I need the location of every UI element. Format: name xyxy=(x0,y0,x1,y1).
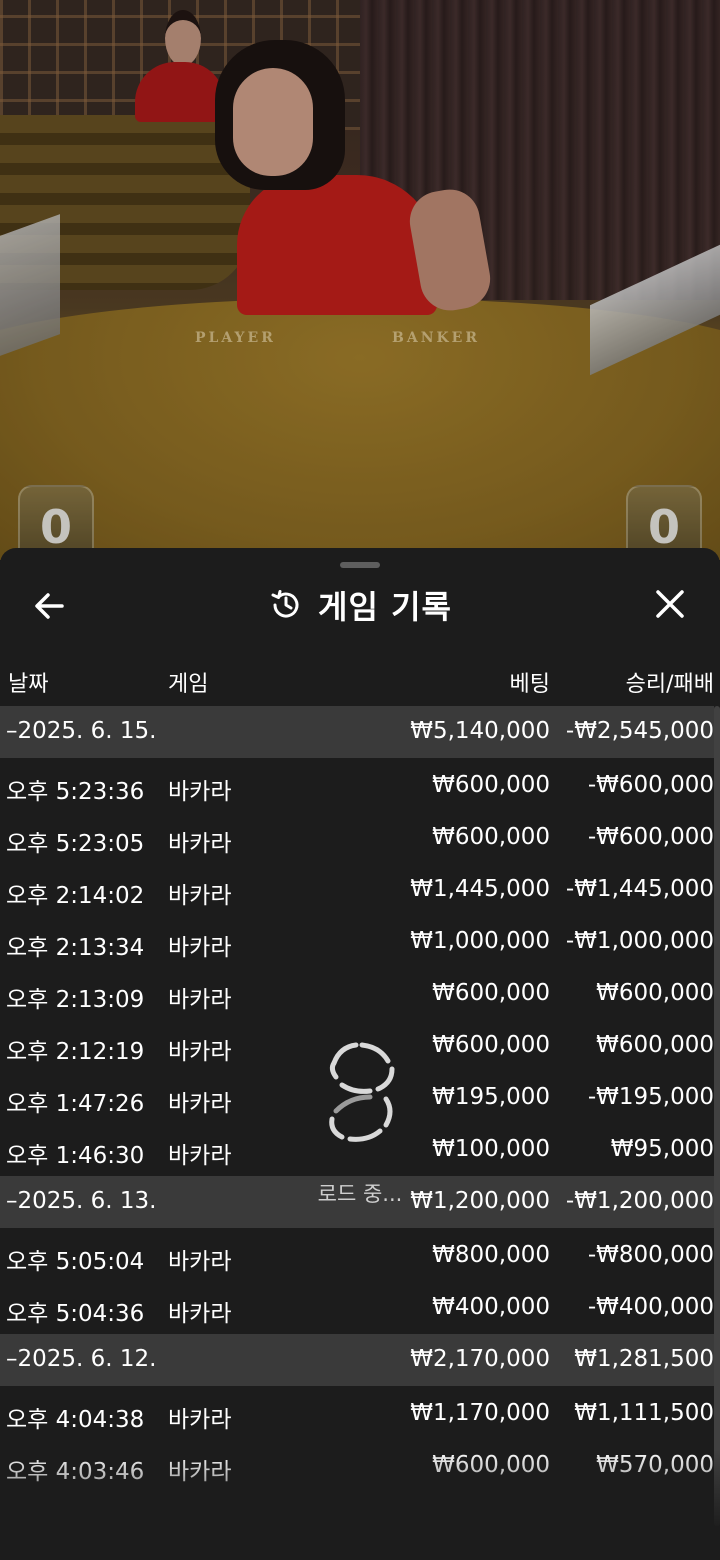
row-time: 오후 5:04:36 xyxy=(6,1301,145,1327)
row-bet: ₩600,000 xyxy=(432,824,550,850)
sheet-drag-handle[interactable] xyxy=(340,562,380,568)
row-time: 오후 4:03:46 xyxy=(6,1459,145,1485)
row-game: 바카라 xyxy=(168,1039,232,1065)
close-icon xyxy=(656,590,684,618)
row-time: 오후 5:23:05 xyxy=(6,831,145,857)
row-time: 오후 5:05:04 xyxy=(6,1249,145,1275)
day-result-total: -₩1,200,000 xyxy=(565,1188,714,1214)
sheet-header: 게임 기록 xyxy=(0,574,720,636)
loading-spinner-icon xyxy=(329,1042,395,1142)
history-row[interactable]: 오후 2:13:34 바카라 ₩1,000,000 -₩1,000,000 xyxy=(0,916,714,968)
row-game: 바카라 xyxy=(168,883,232,909)
history-row[interactable]: 오후 5:23:05 바카라 ₩600,000 -₩600,000 xyxy=(0,812,714,864)
day-date: –2025. 6. 13. xyxy=(6,1188,157,1214)
row-bet: ₩100,000 xyxy=(432,1136,550,1162)
row-time: 오후 2:12:19 xyxy=(6,1039,145,1065)
row-time: 오후 5:23:36 xyxy=(6,779,145,805)
row-result: ₩570,000 xyxy=(596,1452,714,1478)
history-row[interactable]: 오후 4:04:38 바카라 ₩1,170,000 ₩1,111,500 xyxy=(0,1388,714,1440)
row-time: 오후 4:04:38 xyxy=(6,1407,145,1433)
history-row[interactable]: 오후 5:04:36 바카라 ₩400,000 -₩400,000 xyxy=(0,1282,714,1334)
column-headers: 날짜 게임 베팅 승리/패배 xyxy=(0,658,720,704)
row-bet: ₩400,000 xyxy=(432,1294,550,1320)
row-bet: ₩600,000 xyxy=(432,1032,550,1058)
row-game: 바카라 xyxy=(168,831,232,857)
row-result: -₩600,000 xyxy=(587,772,714,798)
row-bet: ₩600,000 xyxy=(432,1452,550,1478)
row-time: 오후 2:13:34 xyxy=(6,935,145,961)
day-result-total: -₩2,545,000 xyxy=(565,718,714,744)
day-result-total: ₩1,281,500 xyxy=(574,1346,714,1372)
history-icon xyxy=(271,590,299,618)
row-bet: ₩600,000 xyxy=(432,980,550,1006)
sheet-title: 게임 기록 xyxy=(318,588,452,626)
row-result: ₩600,000 xyxy=(596,1032,714,1058)
row-bet: ₩800,000 xyxy=(432,1242,550,1268)
column-result: 승리/패배 xyxy=(625,672,714,697)
row-game: 바카라 xyxy=(168,1249,232,1275)
column-game: 게임 xyxy=(168,672,209,697)
row-game: 바카라 xyxy=(168,987,232,1013)
day-bet-total: ₩5,140,000 xyxy=(410,718,550,744)
day-summary-row[interactable]: –2025. 6. 12. ₩2,170,000 ₩1,281,500 xyxy=(0,1334,714,1386)
row-result: -₩1,000,000 xyxy=(565,928,714,954)
history-row[interactable]: 오후 5:05:04 바카라 ₩800,000 -₩800,000 xyxy=(0,1230,714,1282)
day-bet-total: ₩1,200,000 xyxy=(410,1188,550,1214)
row-result: ₩1,111,500 xyxy=(574,1400,714,1426)
row-bet: ₩1,445,000 xyxy=(410,876,550,902)
row-result: ₩600,000 xyxy=(596,980,714,1006)
row-result: -₩1,445,000 xyxy=(565,876,714,902)
row-game: 바카라 xyxy=(168,1459,232,1485)
row-result: -₩400,000 xyxy=(587,1294,714,1320)
live-video-feed: PLAYER BANKER 0 0 xyxy=(0,0,720,560)
row-game: 바카라 xyxy=(168,1407,232,1433)
row-result: -₩600,000 xyxy=(587,824,714,850)
game-history-sheet: 게임 기록 날짜 게임 베팅 승리/패배 –2025. 6. 15. ₩5,14… xyxy=(0,548,720,1560)
day-summary-row[interactable]: –2025. 6. 15. ₩5,140,000 -₩2,545,000 xyxy=(0,706,714,758)
row-game: 바카라 xyxy=(168,935,232,961)
row-result: -₩195,000 xyxy=(587,1084,714,1110)
history-row[interactable]: 오후 2:14:02 바카라 ₩1,445,000 -₩1,445,000 xyxy=(0,864,714,916)
row-bet: ₩195,000 xyxy=(432,1084,550,1110)
scrollbar[interactable] xyxy=(714,706,720,1526)
row-time: 오후 1:46:30 xyxy=(6,1143,145,1169)
row-bet: ₩1,170,000 xyxy=(410,1400,550,1426)
row-result: ₩95,000 xyxy=(610,1136,714,1162)
row-game: 바카라 xyxy=(168,1091,232,1117)
loading-text: 로드 중... xyxy=(317,1182,403,1206)
history-row[interactable]: 오후 4:03:46 바카라 ₩600,000 ₩570,000 xyxy=(0,1440,714,1492)
day-date: –2025. 6. 15. xyxy=(6,718,157,744)
row-time: 오후 2:13:09 xyxy=(6,987,145,1013)
history-row[interactable]: 오후 5:23:36 바카라 ₩600,000 -₩600,000 xyxy=(0,760,714,812)
row-game: 바카라 xyxy=(168,779,232,805)
row-game: 바카라 xyxy=(168,1143,232,1169)
row-bet: ₩600,000 xyxy=(432,772,550,798)
row-time: 오후 1:47:26 xyxy=(6,1091,145,1117)
column-date: 날짜 xyxy=(8,672,49,697)
day-date: –2025. 6. 12. xyxy=(6,1346,157,1372)
day-bet-total: ₩2,170,000 xyxy=(410,1346,550,1372)
row-time: 오후 2:14:02 xyxy=(6,883,145,909)
row-game: 바카라 xyxy=(168,1301,232,1327)
column-bet: 베팅 xyxy=(509,672,550,697)
row-result: -₩800,000 xyxy=(587,1242,714,1268)
row-bet: ₩1,000,000 xyxy=(410,928,550,954)
close-button[interactable] xyxy=(648,586,692,626)
history-row[interactable]: 오후 2:13:09 바카라 ₩600,000 ₩600,000 xyxy=(0,968,714,1020)
